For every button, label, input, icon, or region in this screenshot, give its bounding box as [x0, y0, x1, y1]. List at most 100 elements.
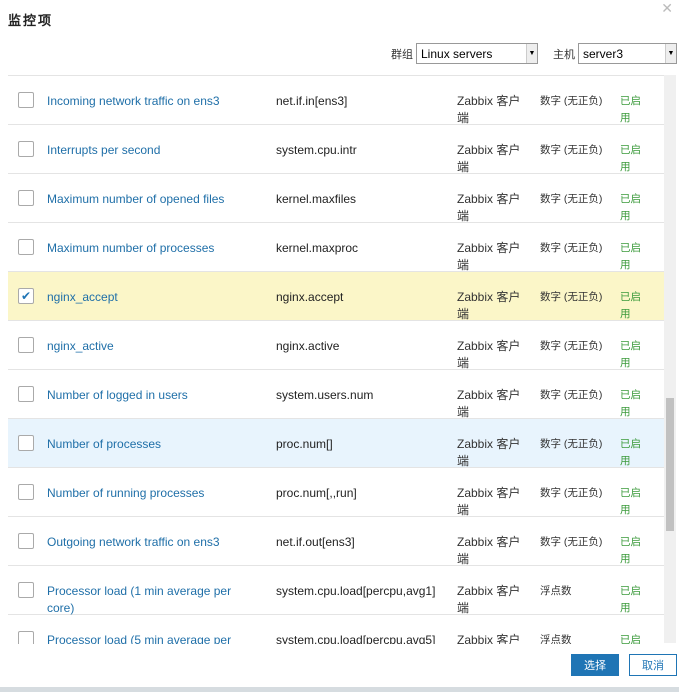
row-checkbox[interactable]: ✔: [18, 288, 34, 304]
item-info-type: 浮点数: [540, 634, 572, 644]
item-key: net.if.out[ens3]: [276, 535, 355, 549]
item-info-type: 浮点数: [540, 585, 572, 597]
dialog-title: 监控项: [8, 14, 54, 29]
item-name-link[interactable]: Processor load (1 min average per core): [47, 583, 257, 617]
item-name-link[interactable]: nginx_active: [47, 338, 257, 355]
item-status: 已启用: [620, 634, 641, 644]
row-checkbox[interactable]: [18, 484, 34, 500]
bottom-bar: [0, 687, 679, 692]
item-type: Zabbix 客户端: [457, 437, 521, 468]
item-status: 已启用: [620, 536, 641, 565]
row-checkbox[interactable]: [18, 631, 34, 644]
row-checkbox[interactable]: [18, 239, 34, 255]
row-checkbox[interactable]: [18, 337, 34, 353]
item-key: system.cpu.load[percpu,avg5]: [276, 633, 436, 644]
group-filter: 群组 Linux servers ▼: [391, 43, 538, 64]
item-key: system.users.num: [276, 388, 374, 402]
item-status: 已启用: [620, 242, 641, 271]
item-name-link[interactable]: Maximum number of processes: [47, 240, 257, 257]
group-select[interactable]: Linux servers ▼: [416, 43, 538, 64]
select-button[interactable]: 选择: [571, 654, 619, 676]
scrollbar-thumb[interactable]: [666, 398, 674, 531]
chevron-down-icon: ▼: [665, 44, 676, 63]
item-info-type: 数字 (无正负): [540, 291, 603, 303]
host-select[interactable]: server3 ▼: [578, 43, 677, 64]
chevron-down-icon: ▼: [526, 44, 537, 63]
item-name-link[interactable]: Number of running processes: [47, 485, 257, 502]
close-icon[interactable]: ✕: [661, 1, 673, 17]
item-type: Zabbix 客户端: [457, 192, 521, 223]
item-info-type: 数字 (无正负): [540, 487, 603, 499]
item-type: Zabbix 客户端: [457, 535, 521, 566]
item-info-type: 数字 (无正负): [540, 95, 603, 107]
item-info-type: 数字 (无正负): [540, 193, 603, 205]
item-key: net.if.in[ens3]: [276, 94, 348, 108]
item-key: kernel.maxfiles: [276, 192, 357, 206]
item-key: kernel.maxproc: [276, 241, 359, 255]
row-checkbox[interactable]: [18, 386, 34, 402]
item-status: 已启用: [620, 438, 641, 467]
row-checkbox[interactable]: [18, 582, 34, 598]
item-key: nginx.active: [276, 339, 340, 353]
table-row[interactable]: Incoming network traffic on ens3 net.if.…: [8, 76, 664, 125]
table-row[interactable]: Outgoing network traffic on ens3 net.if.…: [8, 517, 664, 566]
item-key: proc.num[,,run]: [276, 486, 357, 500]
item-key: system.cpu.intr: [276, 143, 357, 157]
table-row[interactable]: Interrupts per second system.cpu.intr Za…: [8, 125, 664, 174]
item-status: 已启用: [620, 389, 641, 418]
item-name-link[interactable]: Outgoing network traffic on ens3: [47, 534, 257, 551]
item-status: 已启用: [620, 193, 641, 222]
item-status: 已启用: [620, 144, 641, 173]
item-name-link[interactable]: Number of processes: [47, 436, 257, 453]
table-row[interactable]: Processor load (1 min average per core) …: [8, 566, 664, 615]
row-checkbox[interactable]: [18, 141, 34, 157]
item-type: Zabbix 客户端: [457, 584, 521, 615]
item-info-type: 数字 (无正负): [540, 242, 603, 254]
group-value: Linux servers: [421, 46, 493, 61]
item-type: Zabbix 客户端: [457, 388, 521, 419]
item-name-link[interactable]: Maximum number of opened files: [47, 191, 257, 208]
item-type: Zabbix 客户端: [457, 290, 521, 321]
item-type: Zabbix 客户端: [457, 94, 521, 125]
item-status: 已启用: [620, 291, 641, 320]
item-name-link[interactable]: Number of logged in users: [47, 387, 257, 404]
item-type: Zabbix 客户端: [457, 339, 521, 370]
item-name-link[interactable]: Interrupts per second: [47, 142, 257, 159]
item-status: 已启用: [620, 340, 641, 369]
item-name-link[interactable]: Processor load (5 min average per core): [47, 632, 257, 644]
scrollbar[interactable]: [664, 75, 676, 643]
table-row[interactable]: Number of processes proc.num[] Zabbix 客户…: [8, 419, 664, 468]
table-row[interactable]: Number of logged in users system.users.n…: [8, 370, 664, 419]
table-row[interactable]: ✔ nginx_accept nginx.accept Zabbix 客户端 数…: [8, 272, 664, 321]
host-value: server3: [583, 46, 624, 61]
table-row[interactable]: Processor load (5 min average per core) …: [8, 615, 664, 644]
row-checkbox[interactable]: [18, 190, 34, 206]
items-list: Incoming network traffic on ens3 net.if.…: [8, 75, 664, 644]
group-label: 群组: [391, 47, 413, 61]
item-status: 已启用: [620, 585, 641, 614]
item-info-type: 数字 (无正负): [540, 340, 603, 352]
item-name-link[interactable]: Incoming network traffic on ens3: [47, 93, 257, 110]
table-row[interactable]: Maximum number of processes kernel.maxpr…: [8, 223, 664, 272]
item-type: Zabbix 客户端: [457, 143, 521, 174]
item-info-type: 数字 (无正负): [540, 389, 603, 401]
row-checkbox[interactable]: [18, 92, 34, 108]
item-key: proc.num[]: [276, 437, 333, 451]
table-row[interactable]: Maximum number of opened files kernel.ma…: [8, 174, 664, 223]
host-label: 主机: [553, 47, 575, 61]
item-name-link[interactable]: nginx_accept: [47, 289, 257, 306]
item-type: Zabbix 客户端: [457, 633, 521, 644]
table-row[interactable]: Number of running processes proc.num[,,r…: [8, 468, 664, 517]
item-key: system.cpu.load[percpu,avg1]: [276, 584, 436, 598]
item-type: Zabbix 客户端: [457, 241, 521, 272]
row-checkbox[interactable]: [18, 435, 34, 451]
item-info-type: 数字 (无正负): [540, 144, 603, 156]
item-status: 已启用: [620, 487, 641, 516]
host-filter: 主机 server3 ▼: [553, 43, 677, 64]
cancel-button[interactable]: 取消: [629, 654, 677, 676]
item-status: 已启用: [620, 95, 641, 124]
item-info-type: 数字 (无正负): [540, 536, 603, 548]
item-type: Zabbix 客户端: [457, 486, 521, 517]
row-checkbox[interactable]: [18, 533, 34, 549]
table-row[interactable]: nginx_active nginx.active Zabbix 客户端 数字 …: [8, 321, 664, 370]
